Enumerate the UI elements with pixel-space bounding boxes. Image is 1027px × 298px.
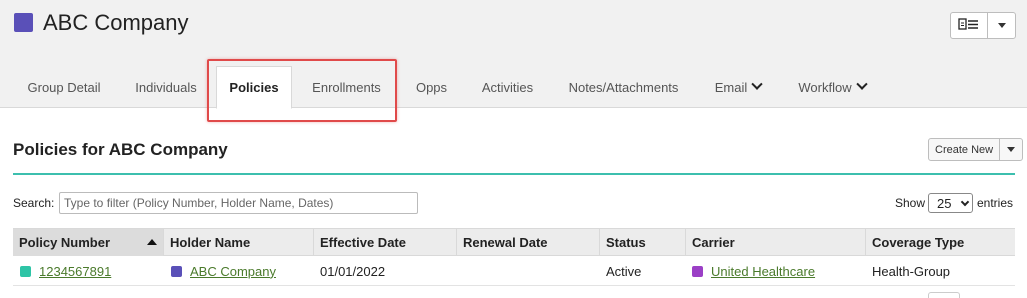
column-header-effective-date[interactable]: Effective Date (314, 229, 457, 256)
tab-group-detail[interactable]: Group Detail (14, 66, 114, 108)
holder-color-swatch (171, 265, 182, 277)
document-list-icon (958, 17, 980, 35)
column-header-coverage-type[interactable]: Coverage Type (866, 229, 1015, 256)
column-header-carrier[interactable]: Carrier (686, 229, 866, 256)
page-title: ABC Company (43, 10, 189, 35)
search-input[interactable] (59, 192, 418, 214)
search-label: Search: (13, 196, 55, 210)
section-divider (13, 173, 1015, 175)
policy-number-link[interactable]: 1234567891 (39, 264, 111, 279)
table-row: 1234567891 ABC Company 01/01/2022 Active… (13, 256, 1015, 286)
table-header: Policy Number Holder Name Effective Date… (13, 228, 1015, 256)
create-new-group: Create New (928, 138, 1024, 161)
caret-down-icon (1007, 147, 1016, 152)
tab-workflow[interactable]: Workflow (786, 66, 878, 108)
section-title: Policies for ABC Company (13, 140, 228, 159)
entries-per-page-select[interactable]: 25 (928, 193, 973, 213)
carrier-link[interactable]: United Healthcare (711, 264, 815, 279)
record-header: ABC Company Group Detail Individuals Pol… (0, 0, 1027, 109)
entries-label: entries (977, 196, 1014, 210)
show-label: Show (895, 196, 926, 210)
tab-individuals[interactable]: Individuals (124, 66, 208, 108)
create-new-dropdown-button[interactable] (1000, 139, 1022, 160)
header-actions-dropdown-button[interactable] (988, 13, 1015, 38)
tab-policies[interactable]: Policies (216, 66, 292, 109)
pagination-control-partial[interactable] (928, 292, 960, 298)
column-header-policy-number[interactable]: Policy Number (13, 229, 164, 256)
list-view-button[interactable] (951, 13, 988, 38)
header-actions (950, 12, 1016, 39)
caret-down-icon (997, 23, 1006, 28)
column-header-renewal-date[interactable]: Renewal Date (457, 229, 600, 256)
tab-opps[interactable]: Opps (403, 66, 460, 108)
sort-ascending-icon (147, 239, 157, 245)
coverage-type-cell: Health-Group (872, 263, 951, 279)
chevron-down-icon (960, 197, 970, 206)
entries-selected-value: 25 (937, 195, 952, 211)
policy-number-cell: 1234567891 (20, 256, 111, 286)
tab-notes-attachments[interactable]: Notes/Attachments (557, 66, 690, 108)
chevron-down-icon (751, 78, 763, 90)
holder-name-link[interactable]: ABC Company (190, 264, 276, 279)
tab-email[interactable]: Email (700, 66, 776, 108)
company-color-swatch (14, 13, 33, 32)
create-new-button[interactable]: Create New (929, 139, 1001, 160)
status-cell: Active (606, 263, 642, 279)
effective-date-cell: 01/01/2022 (320, 263, 386, 279)
tab-activities[interactable]: Activities (470, 66, 545, 108)
holder-name-cell: ABC Company (171, 256, 276, 286)
policy-color-swatch (20, 265, 31, 277)
carrier-cell: United Healthcare (692, 256, 815, 286)
tab-enrollments[interactable]: Enrollments (300, 66, 393, 108)
chevron-down-icon (855, 78, 868, 90)
carrier-color-swatch (692, 265, 703, 277)
column-header-status[interactable]: Status (600, 229, 686, 256)
column-header-holder-name[interactable]: Holder Name (164, 229, 314, 256)
